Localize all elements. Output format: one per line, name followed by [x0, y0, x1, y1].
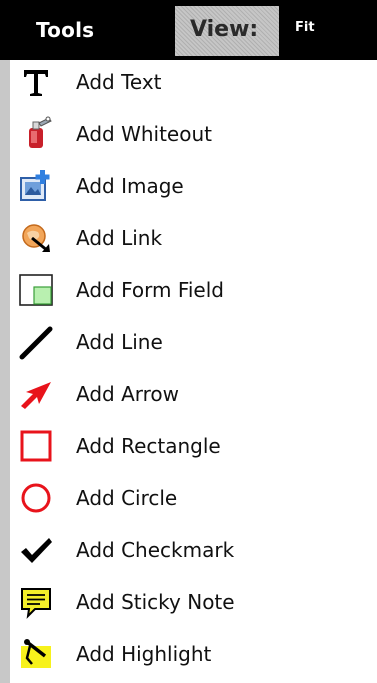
add-line-label: Add Line	[76, 330, 163, 354]
view-select[interactable]: Fit	[279, 6, 370, 56]
image-icon	[18, 168, 54, 204]
add-checkmark-tool[interactable]: Add Checkmark	[10, 524, 370, 576]
add-rectangle-tool[interactable]: Add Rectangle	[10, 420, 370, 472]
highlight-icon	[18, 636, 54, 672]
add-link-label: Add Link	[76, 226, 163, 250]
tools-title: Tools	[36, 18, 95, 42]
checkmark-icon	[18, 532, 54, 568]
add-line-tool[interactable]: Add Line	[10, 316, 370, 368]
add-whiteout-tool[interactable]: Add Whiteout	[10, 108, 370, 160]
add-circle-label: Add Circle	[76, 486, 178, 510]
add-form-field-label: Add Form Field	[76, 278, 224, 302]
sticky-note-icon	[18, 584, 54, 620]
add-arrow-label: Add Arrow	[76, 382, 180, 406]
add-highlight-label: Add Highlight	[76, 642, 212, 666]
add-sticky-note-tool[interactable]: Add Sticky Note	[10, 576, 370, 628]
add-checkmark-label: Add Checkmark	[76, 538, 235, 562]
add-link-tool[interactable]: Add Link	[10, 212, 370, 264]
add-whiteout-label: Add Whiteout	[76, 122, 212, 146]
add-form-field-tool[interactable]: Add Form Field	[10, 264, 370, 316]
add-text-label: Add Text	[76, 70, 162, 94]
view-label: View:	[190, 17, 259, 42]
text-icon	[18, 64, 54, 100]
tools-header: Tools View: Fit	[0, 0, 377, 60]
rectangle-icon	[18, 428, 54, 464]
add-highlight-tool[interactable]: Add Highlight	[10, 628, 370, 680]
tools-panel: Tools View: Fit Add Text Add Whiteout Ad…	[0, 0, 377, 683]
whiteout-icon	[18, 116, 54, 152]
add-arrow-tool[interactable]: Add Arrow	[10, 368, 370, 420]
add-rectangle-label: Add Rectangle	[76, 434, 221, 458]
left-rail	[0, 60, 10, 683]
add-image-label: Add Image	[76, 174, 184, 198]
arrow-icon	[18, 376, 54, 412]
add-text-tool[interactable]: Add Text	[10, 56, 370, 108]
link-icon	[18, 220, 54, 256]
add-sticky-note-label: Add Sticky Note	[76, 590, 235, 614]
form-field-icon	[18, 272, 54, 308]
circle-icon	[18, 480, 54, 516]
view-value: Fit	[295, 20, 315, 35]
add-image-tool[interactable]: Add Image	[10, 160, 370, 212]
add-circle-tool[interactable]: Add Circle	[10, 472, 370, 524]
line-icon	[18, 324, 54, 360]
